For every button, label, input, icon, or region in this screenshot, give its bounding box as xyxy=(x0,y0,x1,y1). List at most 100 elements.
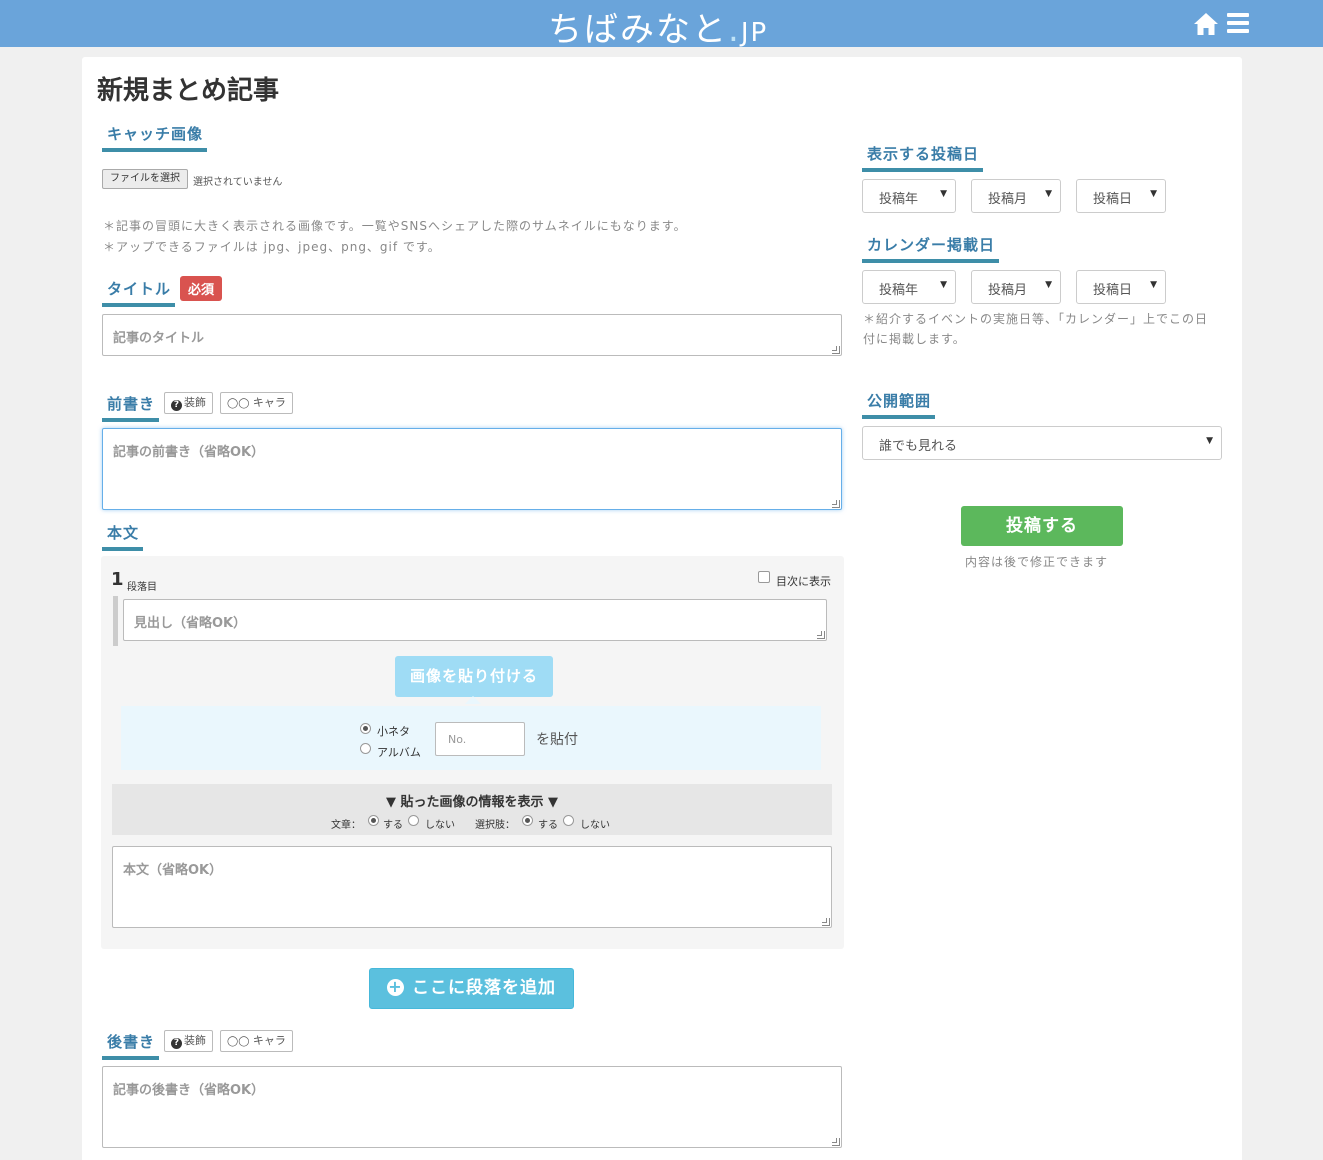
radio-text-no-label: しない xyxy=(425,820,455,831)
question-icon: ? xyxy=(171,400,182,411)
calendar-day-value: 投稿日 xyxy=(1093,283,1133,298)
catch-image-note-1: ＊記事の冒頭に大きく表示される画像です。一覧やSNSへシェアした際のサムネイルに… xyxy=(103,219,687,233)
visibility-select[interactable]: 誰でも見れる ▼ xyxy=(862,426,1222,460)
post-date-label: 表示する投稿日 xyxy=(862,143,984,172)
calendar-month-select[interactable]: 投稿月 ▼ xyxy=(971,270,1061,304)
decoration-label: 装飾 xyxy=(184,1034,206,1047)
logo-dot: . xyxy=(728,10,741,50)
radio-album-label: アルバム xyxy=(377,746,421,759)
radio-text-yes[interactable] xyxy=(368,815,379,826)
post-year-value: 投稿年 xyxy=(879,192,919,207)
logo-text: ちばみなと xyxy=(548,10,728,50)
outro-character-button[interactable]: ◯◯ キャラ xyxy=(220,1030,293,1052)
submit-note: 内容は後で修正できます xyxy=(965,555,1109,569)
glasses-icon: ◯◯ xyxy=(227,1036,250,1047)
post-day-select[interactable]: 投稿日 ▼ xyxy=(1076,179,1166,213)
site-logo[interactable]: ちばみなと.JP xyxy=(548,2,768,51)
outro-label: 後書き xyxy=(102,1031,160,1060)
body-label: 本文 xyxy=(102,522,144,551)
resize-handle[interactable] xyxy=(832,500,840,508)
catch-image-label: キャッチ画像 xyxy=(102,123,208,152)
hamburger-menu-icon[interactable] xyxy=(1227,13,1249,35)
outro-textarea[interactable]: 記事の後書き（省略OK） xyxy=(102,1066,842,1148)
title-input[interactable]: 記事のタイトル xyxy=(102,314,842,356)
title-label: タイトル xyxy=(102,278,176,307)
file-status: 選択されていません xyxy=(193,177,283,188)
decoration-label: 装飾 xyxy=(184,396,206,409)
post-day-value: 投稿日 xyxy=(1093,192,1133,207)
image-number-placeholder: No. xyxy=(448,733,467,746)
logo-jp: JP xyxy=(740,18,769,48)
catch-image-note-2: ＊アップできるファイルは jpg、jpeg、png、gif です。 xyxy=(103,240,441,254)
submit-button[interactable]: 投稿する xyxy=(961,506,1123,546)
page-title: 新規まとめ記事 xyxy=(97,76,280,106)
resize-handle[interactable] xyxy=(817,631,825,639)
file-select-button[interactable]: ファイルを選択 xyxy=(102,169,188,189)
calendar-day-select[interactable]: 投稿日 ▼ xyxy=(1076,270,1166,304)
radio-choice-yes-label: する xyxy=(538,820,558,831)
calendar-year-select[interactable]: 投稿年 ▼ xyxy=(862,270,956,304)
paste-suffix: を貼付 xyxy=(536,732,578,748)
outro-placeholder: 記事の後書き（省略OK） xyxy=(113,1083,265,1098)
caret-down-icon: ▼ xyxy=(940,280,947,290)
home-icon[interactable] xyxy=(1193,11,1219,37)
radio-small-topic[interactable] xyxy=(360,723,371,734)
plus-circle-icon: + xyxy=(387,977,404,996)
radio-small-topic-label: 小ネタ xyxy=(377,725,410,738)
character-label: キャラ xyxy=(252,396,286,409)
caret-down-icon: ▼ xyxy=(1150,189,1157,199)
question-icon: ? xyxy=(171,1038,182,1049)
radio-album[interactable] xyxy=(360,743,371,754)
radio-text-yes-label: する xyxy=(383,820,403,831)
resize-handle[interactable] xyxy=(832,1138,840,1146)
post-month-select[interactable]: 投稿月 ▼ xyxy=(971,179,1061,213)
title-placeholder: 記事のタイトル xyxy=(113,331,205,346)
required-badge: 必須 xyxy=(180,276,223,301)
paragraph-unit: 段落目 xyxy=(127,582,157,593)
radio-text-no[interactable] xyxy=(408,815,419,826)
intro-decoration-button[interactable]: ? 装飾 xyxy=(164,392,213,414)
top-bar: ちばみなと.JP xyxy=(0,0,1323,50)
outro-decoration-button[interactable]: ? 装飾 xyxy=(164,1030,213,1052)
text-option-label: 文章： xyxy=(331,820,361,831)
intro-label: 前書き xyxy=(102,393,160,422)
body-placeholder: 本文（省略OK） xyxy=(123,863,223,878)
caret-down-icon: ▼ xyxy=(1150,280,1157,290)
calendar-date-label: カレンダー掲載日 xyxy=(862,234,1000,263)
intro-textarea[interactable]: 記事の前書き（省略OK） xyxy=(102,428,842,510)
visibility-value: 誰でも見れる xyxy=(879,439,958,454)
intro-character-button[interactable]: ◯◯ キャラ xyxy=(220,392,293,414)
resize-handle[interactable] xyxy=(832,346,840,354)
choice-option-label: 選択肢： xyxy=(475,820,515,831)
heading-input[interactable]: 見出し（省略OK） xyxy=(123,599,827,641)
calendar-month-value: 投稿月 xyxy=(988,283,1028,298)
visibility-label: 公開範囲 xyxy=(862,390,936,419)
caret-down-icon: ▼ xyxy=(940,189,947,199)
caret-down-icon: ▼ xyxy=(1045,189,1052,199)
toc-checkbox[interactable] xyxy=(758,571,770,583)
radio-choice-yes[interactable] xyxy=(522,815,533,826)
resize-handle[interactable] xyxy=(822,918,830,926)
paste-image-button[interactable]: 画像を貼り付ける xyxy=(395,656,553,697)
character-label: キャラ xyxy=(252,1034,286,1047)
heading-bar xyxy=(113,596,118,646)
add-paragraph-label: ここに段落を追加 xyxy=(412,978,556,998)
paragraph-number: 1 xyxy=(111,569,124,590)
calendar-year-value: 投稿年 xyxy=(879,283,919,298)
body-textarea[interactable]: 本文（省略OK） xyxy=(112,846,832,928)
glasses-icon: ◯◯ xyxy=(227,398,250,409)
caret-down-icon: ▼ xyxy=(1045,280,1052,290)
post-month-value: 投稿月 xyxy=(988,192,1028,207)
post-year-select[interactable]: 投稿年 ▼ xyxy=(862,179,956,213)
calendar-note: ＊紹介するイベントの実施日等、「カレンダー」上でこの日付に掲載します。 xyxy=(863,312,1209,346)
add-paragraph-button[interactable]: + ここに段落を追加 xyxy=(369,968,574,1009)
image-number-input[interactable]: No. xyxy=(435,722,525,756)
image-info-toggle[interactable]: ▼ 貼った画像の情報を表示 ▼ xyxy=(112,791,832,810)
radio-choice-no[interactable] xyxy=(563,815,574,826)
paste-area-arrow xyxy=(465,696,481,704)
heading-placeholder: 見出し（省略OK） xyxy=(134,616,247,631)
radio-choice-no-label: しない xyxy=(580,820,610,831)
toc-label: 目次に表示 xyxy=(776,575,831,588)
intro-placeholder: 記事の前書き（省略OK） xyxy=(113,445,265,460)
caret-down-icon: ▼ xyxy=(1206,436,1213,446)
